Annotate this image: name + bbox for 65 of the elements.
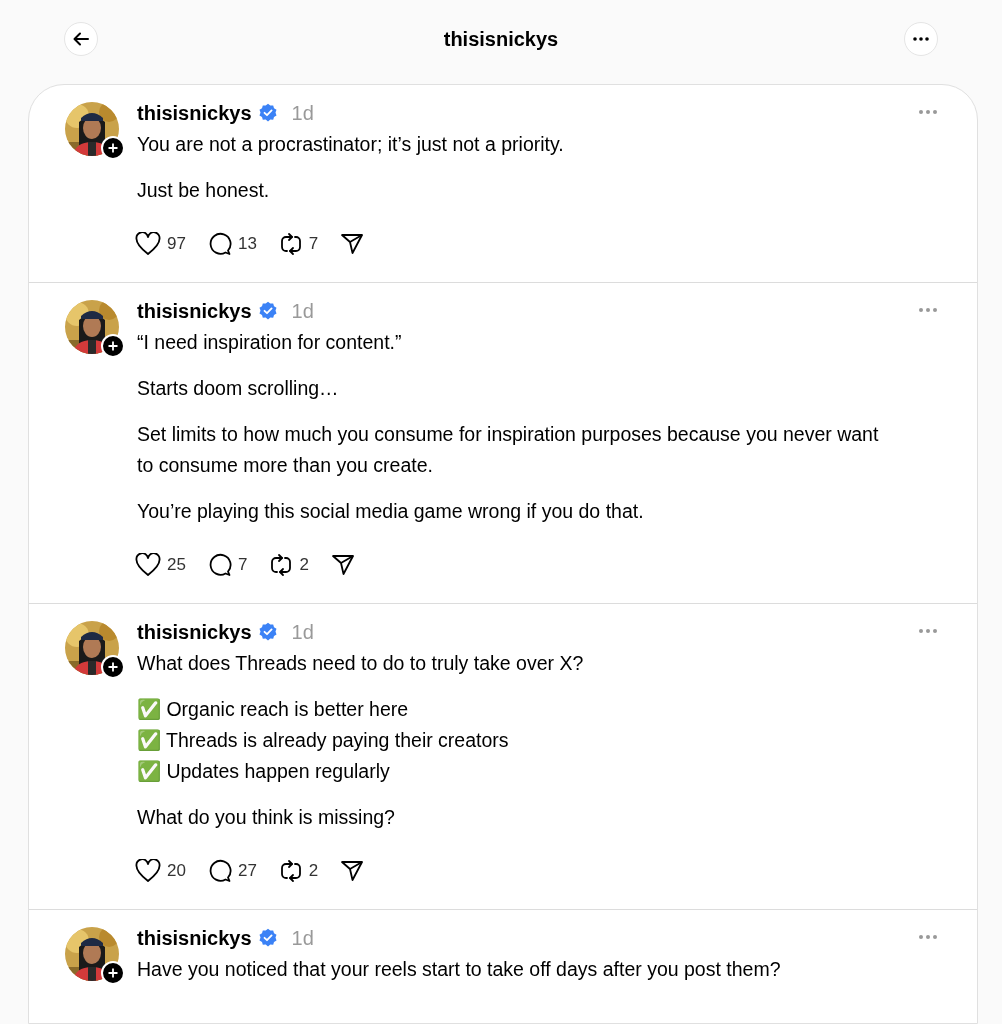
share-icon [340, 233, 365, 255]
plus-icon [108, 662, 118, 672]
follow-button[interactable] [101, 961, 125, 985]
share-button[interactable] [340, 860, 365, 882]
like-button[interactable]: 97 [135, 231, 186, 257]
post-text: What do you think is missing? [137, 805, 396, 830]
share-button[interactable] [340, 233, 365, 255]
more-button[interactable] [917, 107, 939, 117]
share-icon [340, 860, 365, 882]
repost-icon [278, 232, 303, 256]
follow-button[interactable] [101, 655, 125, 679]
plus-icon [108, 341, 118, 351]
more-button[interactable] [917, 932, 939, 942]
more-button[interactable] [917, 626, 939, 636]
page-title: thisisnickys [443, 27, 559, 52]
username[interactable]: thisisnickys [137, 923, 252, 953]
more-icon [918, 629, 938, 633]
username[interactable]: thisisnickys [137, 617, 252, 647]
post-time: 1d [291, 620, 314, 645]
repost-icon [278, 859, 303, 883]
post-text: You’re playing this social media game wrong if you do that. [137, 499, 645, 524]
plus-icon [108, 968, 118, 978]
post-text: Starts doom scrolling… [137, 376, 340, 401]
repost-icon [269, 553, 294, 577]
more-button[interactable] [904, 22, 938, 56]
share-icon [330, 554, 355, 576]
reply-button[interactable]: 13 [207, 231, 257, 257]
repost-button[interactable]: 2 [269, 552, 309, 578]
comment-icon [207, 553, 232, 577]
plus-icon [108, 143, 118, 153]
post-time: 1d [291, 926, 314, 951]
more-icon [913, 37, 929, 41]
comment-icon [207, 232, 232, 256]
heart-icon [135, 553, 161, 577]
like-button[interactable]: 20 [135, 858, 186, 884]
follow-button[interactable] [101, 334, 125, 358]
like-button[interactable]: 25 [135, 552, 186, 578]
post-text: What does Threads need to do to truly take over X? [137, 651, 585, 676]
post-text: Set limits to how much you consume for inspiration purposes because you never want to consume more than you create. [137, 422, 880, 478]
post-text: ✅ Threads is already paying their creators [137, 728, 510, 753]
repost-button[interactable]: 2 [278, 858, 319, 884]
more-button[interactable] [917, 305, 939, 315]
post-text: Just be honest. [137, 178, 271, 203]
back-arrow-icon [72, 30, 90, 48]
more-icon [918, 110, 938, 114]
post-time: 1d [291, 101, 314, 126]
post-text: You are not a procrastinator; it’s just not a priority. [137, 132, 565, 157]
username[interactable]: thisisnickys [137, 296, 252, 326]
share-button[interactable] [330, 554, 355, 576]
repost-button[interactable]: 7 [278, 231, 319, 257]
heart-icon [135, 859, 161, 883]
comment-icon [207, 859, 232, 883]
reply-button[interactable]: 27 [207, 858, 257, 884]
post-time: 1d [291, 299, 314, 324]
post-text: Have you noticed that your reels start to take off days after you post them? [137, 957, 782, 982]
post-text: ✅ Updates happen regularly [137, 759, 391, 784]
heart-icon [135, 232, 161, 256]
post-text: ✅ Organic reach is better here [137, 697, 410, 722]
more-icon [918, 308, 938, 312]
post-text: “I need inspiration for content.” [137, 330, 403, 355]
back-button[interactable] [64, 22, 98, 56]
follow-button[interactable] [101, 136, 125, 160]
more-icon [918, 935, 938, 939]
reply-button[interactable]: 7 [207, 552, 248, 578]
username[interactable]: thisisnickys [137, 98, 252, 128]
